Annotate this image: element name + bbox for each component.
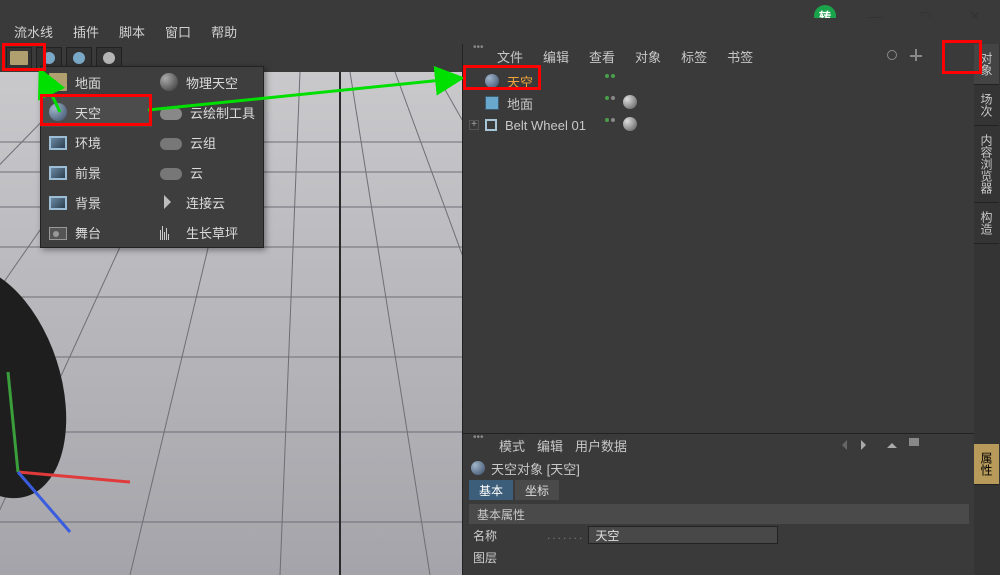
vtab-takes[interactable]: 场次 — [974, 85, 999, 126]
attr-tab-mode[interactable]: 模式 — [499, 436, 525, 455]
tree-item-floor[interactable]: 地面 — [463, 92, 974, 114]
menubar: 流水线 插件 脚本 窗口 帮助 — [0, 18, 1000, 44]
attr-name-input[interactable] — [588, 526, 778, 544]
sphere-icon — [471, 461, 485, 475]
menu-foreground-label: 前景 — [75, 163, 101, 182]
menu-cloud-connect-label: 连接云 — [186, 193, 225, 212]
forward-arrow-icon[interactable] — [861, 438, 877, 452]
attr-subtab-coord[interactable]: 坐标 — [515, 480, 559, 500]
dots-icon: ....... — [547, 528, 584, 542]
expand-icon[interactable]: + — [469, 120, 479, 130]
menu-sky[interactable]: 天空 — [41, 97, 152, 127]
menu-cloud-group-label: 云组 — [190, 133, 216, 152]
back-arrow-icon[interactable] — [837, 438, 853, 452]
tab-edit[interactable]: 编辑 — [533, 47, 579, 66]
object-popup-menu: 地面 物理天空 天空 云绘制工具 环境 云组 前景 云 背景 连接云 舞台 生长… — [40, 66, 264, 248]
vtab-structure[interactable]: 构造 — [974, 203, 999, 244]
object-tree: 天空 地面 + Belt Wheel 01 — [463, 68, 974, 138]
menu-physical-sky[interactable]: 物理天空 — [152, 67, 263, 97]
tab-tag[interactable]: 标签 — [671, 47, 717, 66]
vtab-objects[interactable]: 对象 — [974, 44, 999, 85]
attr-row-name: 名称 ....... — [463, 524, 975, 546]
menu-foreground[interactable]: 前景 — [41, 157, 152, 187]
tab-bookmark[interactable]: 书签 — [717, 47, 763, 66]
menu-cloud-paint[interactable]: 云绘制工具 — [152, 97, 263, 127]
menu-stage-label: 舞台 — [75, 223, 101, 242]
tree-item-belt[interactable]: + Belt Wheel 01 — [463, 114, 974, 136]
tree-item-sky-label: 天空 — [507, 72, 533, 91]
menu-help[interactable]: 帮助 — [201, 22, 247, 41]
toolbar-floor-icon[interactable] — [6, 47, 32, 69]
menu-window[interactable]: 窗口 — [155, 22, 201, 41]
attr-section-basic: 基本属性 — [469, 504, 969, 524]
menu-cloud-paint-label: 云绘制工具 — [190, 103, 255, 122]
menu-grass-label: 生长草坪 — [186, 223, 238, 242]
tab-object[interactable]: 对象 — [625, 47, 671, 66]
panel-search-icon[interactable] — [886, 49, 900, 63]
object-panel-tabs: 文件 编辑 查看 对象 标签 书签 — [463, 44, 974, 68]
home-icon[interactable] — [909, 438, 925, 452]
material-sphere-icon[interactable] — [623, 117, 637, 131]
attr-header: 天空对象 [天空] — [463, 456, 975, 480]
attr-layer-label: 图层 — [473, 549, 543, 566]
menu-cloud-group[interactable]: 云组 — [152, 127, 263, 157]
tab-view[interactable]: 查看 — [579, 47, 625, 66]
vtab-browser[interactable]: 内容浏览器 — [974, 126, 999, 203]
attr-row-layer: 图层 — [463, 546, 975, 568]
tab-file[interactable]: 文件 — [487, 47, 533, 66]
attr-header-label: 天空对象 [天空] — [491, 459, 580, 478]
menu-pipeline[interactable]: 流水线 — [4, 22, 63, 41]
menu-ground[interactable]: 地面 — [41, 67, 152, 97]
up-arrow-icon[interactable] — [885, 438, 901, 452]
menu-environment-label: 环境 — [75, 133, 101, 152]
menu-cloud-connect[interactable]: 连接云 — [152, 187, 263, 217]
menu-grass[interactable]: 生长草坪 — [152, 217, 263, 247]
menu-background[interactable]: 背景 — [41, 187, 152, 217]
null-object-icon — [485, 119, 497, 131]
grip-icon[interactable] — [473, 438, 487, 452]
menu-cloud[interactable]: 云 — [152, 157, 263, 187]
attr-name-label: 名称 — [473, 527, 543, 544]
menu-stage[interactable]: 舞台 — [41, 217, 152, 247]
panel-add-icon[interactable] — [910, 49, 924, 63]
attr-subtab-basic[interactable]: 基本 — [469, 480, 513, 500]
menu-physical-sky-label: 物理天空 — [186, 73, 238, 92]
menu-cloud-label: 云 — [190, 163, 203, 182]
menu-script[interactable]: 脚本 — [109, 22, 155, 41]
menu-environment[interactable]: 环境 — [41, 127, 152, 157]
menu-plugins[interactable]: 插件 — [63, 22, 109, 41]
attr-tab-userdata[interactable]: 用户数据 — [575, 436, 627, 455]
tree-item-sky[interactable]: 天空 — [463, 70, 974, 92]
attr-tab-edit[interactable]: 编辑 — [537, 436, 563, 455]
menu-sky-label: 天空 — [75, 103, 101, 122]
material-sphere-icon[interactable] — [623, 95, 637, 109]
menu-ground-label: 地面 — [75, 73, 101, 92]
attribute-panel: 模式 编辑 用户数据 天空对象 [天空] 基本 坐标 基本属性 名 — [463, 433, 975, 575]
vtab-attributes[interactable]: 属性 — [974, 444, 999, 485]
object-panel: 文件 编辑 查看 对象 标签 书签 天空 地面 — [462, 44, 974, 575]
grip-icon[interactable] — [473, 49, 487, 63]
tree-item-floor-label: 地面 — [507, 94, 533, 113]
grid-icon — [485, 96, 499, 110]
menu-background-label: 背景 — [75, 193, 101, 212]
tree-item-belt-label: Belt Wheel 01 — [505, 118, 586, 133]
vertical-tabs: 对象 场次 内容浏览器 构造 属性 — [974, 44, 1000, 575]
